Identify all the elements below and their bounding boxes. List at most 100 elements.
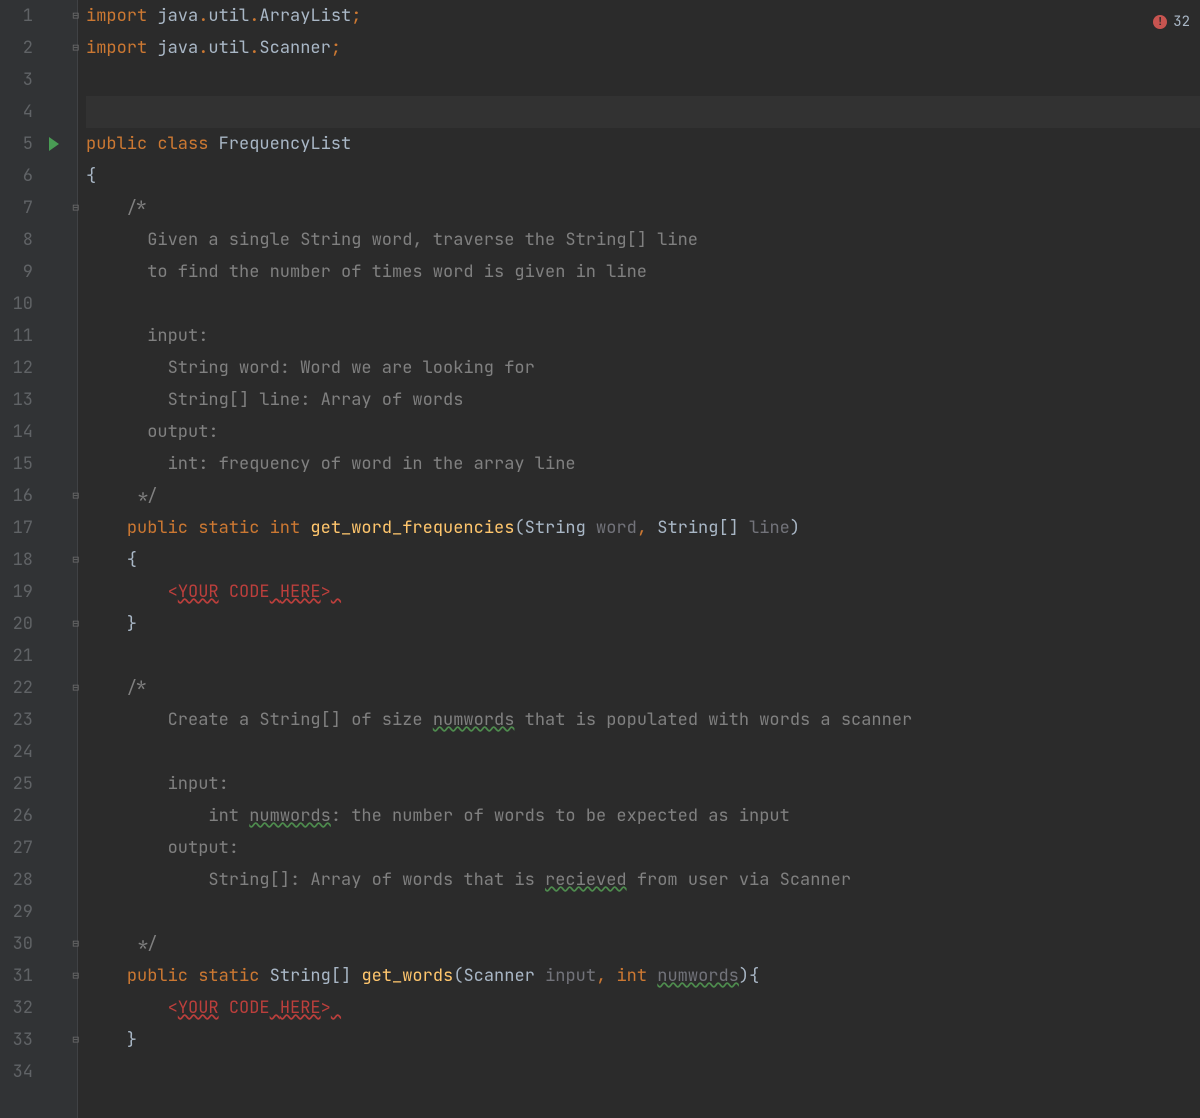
keyword: import [86,37,147,59]
code-line[interactable]: public class FrequencyList [86,128,1200,160]
placeholder-error: HERE [280,997,321,1019]
identifier: Scanner [463,965,545,987]
gutter-line[interactable]: 30⊟ [0,928,77,960]
gutter-line[interactable]: 14 [0,416,77,448]
gutter-line[interactable]: 23 [0,704,77,736]
gutter-line[interactable]: 15 [0,448,77,480]
identifier: Scanner [259,37,330,59]
punct: . [198,5,208,27]
gutter-line[interactable]: 17 [0,512,77,544]
code-line[interactable]: } [86,608,1200,640]
code-line[interactable] [86,1056,1200,1088]
identifier: { [86,549,137,571]
gutter-line[interactable]: 24 [0,736,77,768]
identifier: java [147,5,198,27]
gutter-line[interactable]: 11 [0,320,77,352]
gutter-line[interactable]: 19 [0,576,77,608]
gutter-line[interactable]: 29 [0,896,77,928]
comment: output: [147,421,218,443]
gutter-line[interactable]: 20⊟ [0,608,77,640]
gutter-line[interactable]: 34 [0,1056,77,1088]
placeholder: > [321,997,331,1019]
identifier [86,453,168,475]
identifier: { [86,165,96,187]
code-line[interactable]: Given a single String word, traverse the… [86,224,1200,256]
identifier [86,389,168,411]
code-line[interactable]: */ [86,928,1200,960]
gutter-line[interactable]: 33⊟ [0,1024,77,1056]
gutter-line[interactable]: 6 [0,160,77,192]
code-line[interactable]: <YOUR CODE HERE> [86,992,1200,1024]
code-line[interactable]: /* [86,192,1200,224]
gutter-line[interactable]: 10 [0,288,77,320]
gutter-line[interactable]: 18⊟ [0,544,77,576]
code-line[interactable]: output: [86,832,1200,864]
placeholder-space [331,997,341,1019]
code-line[interactable]: String[]: Array of words that is recieve… [86,864,1200,896]
code-line[interactable]: output: [86,416,1200,448]
gutter[interactable]: 1⊟2⊟34567⊟8910111213141516⊟1718⊟1920⊟212… [0,0,78,1118]
keyword: public class [86,133,219,155]
code-line[interactable]: input: [86,768,1200,800]
code-line[interactable]: public static String[] get_words(Scanner… [86,960,1200,992]
identifier: ArrayList [259,5,351,27]
code-line[interactable]: input: [86,320,1200,352]
code-line[interactable]: <YOUR CODE HERE> [86,576,1200,608]
identifier [86,773,168,795]
gutter-line[interactable]: 21 [0,640,77,672]
comment: String[]: Array of words that is [208,869,545,891]
gutter-line[interactable]: 13 [0,384,77,416]
gutter-line[interactable]: 4 [0,96,77,128]
identifier [86,869,208,891]
code-line[interactable]: String word: Word we are looking for [86,352,1200,384]
code-line[interactable]: } [86,1024,1200,1056]
code-line[interactable]: int: frequency of word in the array line [86,448,1200,480]
placeholder: CODE [219,581,270,603]
code-line[interactable] [86,736,1200,768]
code-line[interactable] [86,288,1200,320]
code-line[interactable]: { [86,160,1200,192]
gutter-line[interactable]: 8 [0,224,77,256]
code-line[interactable]: /* [86,672,1200,704]
identifier [86,933,137,955]
code-line[interactable] [86,96,1200,128]
code-line[interactable]: public static int get_word_frequencies(S… [86,512,1200,544]
code-line[interactable]: */ [86,480,1200,512]
gutter-line[interactable]: 22⊟ [0,672,77,704]
punct: , [637,517,657,539]
identifier: ){ [739,965,759,987]
code-editor[interactable]: ! 32 1⊟2⊟34567⊟8910111213141516⊟1718⊟192… [0,0,1200,1118]
gutter-line[interactable]: 16⊟ [0,480,77,512]
gutter-line[interactable]: 27 [0,832,77,864]
code-line[interactable]: to find the number of times word is give… [86,256,1200,288]
parameter: numwords [657,965,739,987]
gutter-line[interactable]: 28 [0,864,77,896]
gutter-line[interactable]: 32 [0,992,77,1024]
keyword: int [616,965,657,987]
gutter-line[interactable]: 26 [0,800,77,832]
code-line[interactable]: Create a String[] of size numwords that … [86,704,1200,736]
code-line[interactable]: import java.util.ArrayList; [86,0,1200,32]
gutter-line[interactable]: 31⊟ [0,960,77,992]
code-line[interactable] [86,640,1200,672]
code-line[interactable] [86,896,1200,928]
comment: to find the number of times word is give… [147,261,647,283]
gutter-line[interactable]: 2⊟ [0,32,77,64]
placeholder-error: HERE [280,581,321,603]
code-line[interactable] [86,64,1200,96]
gutter-line[interactable]: 9 [0,256,77,288]
code-line[interactable]: { [86,544,1200,576]
code-area[interactable]: import java.util.ArrayList;import java.u… [78,0,1200,1118]
gutter-line[interactable]: 12 [0,352,77,384]
code-line[interactable]: String[] line: Array of words [86,384,1200,416]
code-line[interactable]: int numwords: the number of words to be … [86,800,1200,832]
run-icon[interactable] [49,128,59,160]
gutter-line[interactable]: 1⊟ [0,0,77,32]
code-line[interactable]: import java.util.Scanner; [86,32,1200,64]
gutter-line[interactable]: 25 [0,768,77,800]
gutter-line[interactable]: 7⊟ [0,192,77,224]
gutter-line[interactable]: 3 [0,64,77,96]
placeholder: CODE [219,997,270,1019]
gutter-line[interactable]: 5 [0,128,77,160]
placeholder-space [270,997,280,1019]
